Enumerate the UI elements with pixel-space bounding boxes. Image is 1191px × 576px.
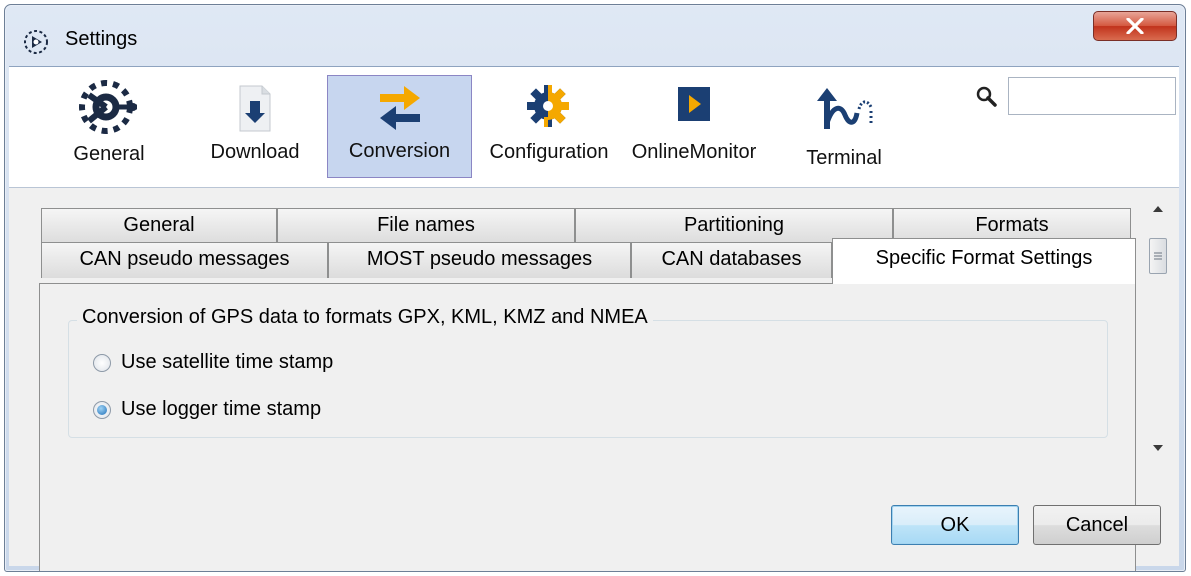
arrow-up-icon (1153, 206, 1163, 212)
group-title: Conversion of GPS data to formats GPX, K… (77, 306, 653, 329)
toolbar-item-download[interactable]: Download (195, 71, 315, 177)
search-icon (976, 86, 997, 107)
gps-conversion-group: Conversion of GPS data to formats GPX, K… (68, 306, 1108, 438)
tab-specific-format-settings[interactable]: Specific Format Settings (832, 238, 1136, 284)
toolbar-item-conversion[interactable]: Conversion (327, 75, 472, 178)
grip-icon (1154, 252, 1162, 260)
toolbar-item-configuration[interactable]: Configuration (479, 71, 619, 177)
radio-satellite-time-stamp[interactable] (93, 353, 111, 372)
gear-icon (527, 85, 569, 127)
close-icon (1126, 18, 1144, 34)
search-input[interactable] (1008, 77, 1176, 115)
toolbar-item-general[interactable]: General (49, 71, 169, 177)
radio-label: Use logger time stamp (121, 398, 322, 420)
toolbar-label-terminal: Terminal (806, 147, 882, 169)
scroll-up-button[interactable] (1149, 200, 1167, 218)
toolbar-label-conversion: Conversion (348, 140, 451, 162)
tab-general[interactable]: General (41, 208, 277, 244)
title-bar[interactable]: Settings (5, 5, 1185, 65)
ok-button[interactable]: OK (891, 505, 1019, 545)
option-satellite-time-stamp[interactable]: Use satellite time stamp (93, 351, 333, 374)
general-settings-icon (79, 80, 137, 134)
toolbar-item-terminal[interactable]: Terminal (779, 71, 909, 177)
toolbar-label-onlinemonitor: OnlineMonitor (631, 141, 757, 163)
window-title: Settings (65, 28, 138, 50)
curved-arrow-icon (817, 88, 873, 129)
option-logger-time-stamp[interactable]: Use logger time stamp (93, 398, 321, 421)
toolbar-label-configuration: Configuration (489, 141, 609, 163)
cancel-button[interactable]: Cancel (1033, 505, 1161, 545)
arrow-down-icon (1153, 445, 1163, 451)
toolbar-item-onlinemonitor[interactable]: OnlineMonitor (629, 71, 759, 177)
scroll-thumb[interactable] (1149, 238, 1167, 274)
tab-most-pseudo-messages[interactable]: MOST pseudo messages (328, 242, 631, 278)
tab-can-databases[interactable]: CAN databases (631, 242, 832, 278)
conversion-arrows-icon (380, 86, 420, 130)
toolbar-label-general: General (73, 143, 145, 165)
settings-window: Settings General Download Conversion Con… (4, 4, 1186, 572)
vertical-scrollbar[interactable] (1145, 198, 1171, 463)
download-icon (239, 85, 271, 132)
tab-file-names[interactable]: File names (277, 208, 575, 244)
tab-can-pseudo-messages[interactable]: CAN pseudo messages (41, 242, 328, 278)
toolbar-label-download: Download (210, 141, 300, 163)
settings-app-icon (24, 30, 48, 54)
radio-label: Use satellite time stamp (121, 351, 334, 373)
play-icon (678, 87, 710, 121)
radio-logger-time-stamp[interactable] (93, 400, 111, 419)
settings-toolbar: General Download Conversion Configuratio… (9, 66, 1179, 188)
close-button[interactable] (1093, 11, 1177, 41)
scroll-down-button[interactable] (1149, 439, 1167, 457)
